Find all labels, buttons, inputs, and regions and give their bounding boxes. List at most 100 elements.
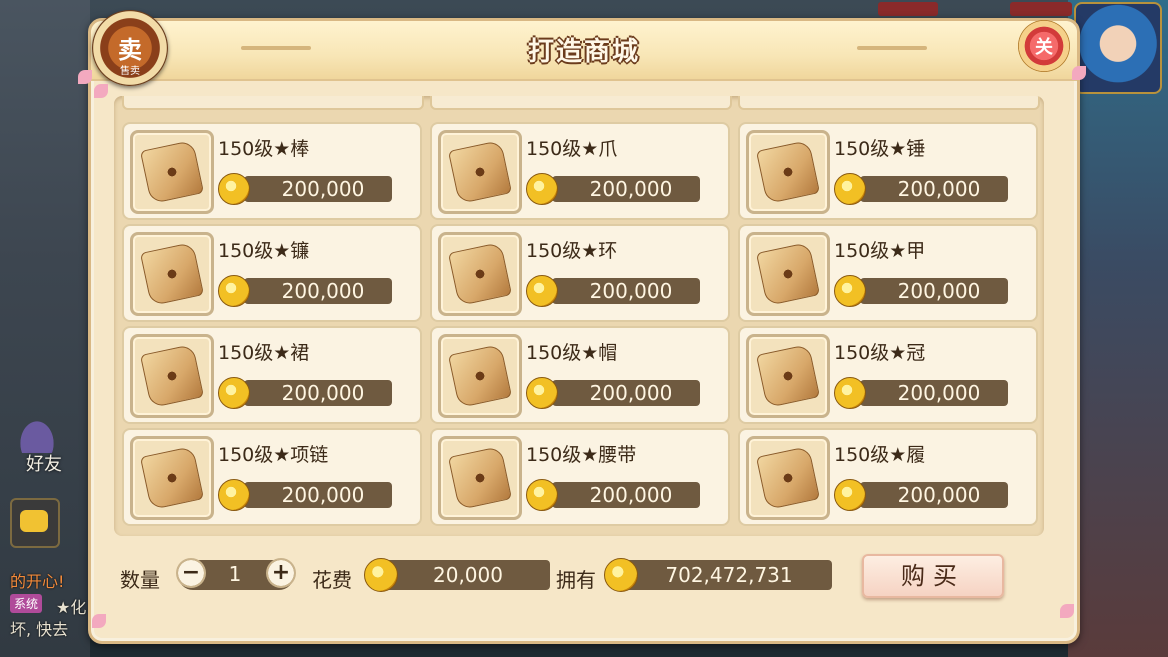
shop-item-card[interactable]: 150级★帽 200,000 (430, 326, 730, 424)
shop-item-card[interactable]: 150级★项链 200,000 (122, 428, 422, 526)
list-item-partial (738, 96, 1040, 110)
owned-label: 拥有 (556, 568, 596, 592)
shop-item-card[interactable]: 150级★棒 200,000 (122, 122, 422, 220)
item-icon-frame (130, 334, 214, 418)
item-price-bar: 200,000 (860, 482, 1008, 508)
coin-icon (834, 173, 866, 205)
shop-item-card[interactable]: 150级★镰 200,000 (122, 224, 422, 322)
item-name: 150级★爪 (526, 138, 618, 160)
item-price-bar: 200,000 (552, 482, 700, 508)
panel-header: 打造商城 (91, 21, 1077, 81)
shop-item-card[interactable]: 150级★锤 200,000 (738, 122, 1038, 220)
item-name: 150级★履 (834, 444, 926, 466)
scroll-icon (447, 445, 513, 511)
coin-icon (526, 275, 558, 307)
list-item-partial (122, 96, 424, 110)
item-price: 200,000 (281, 279, 365, 303)
item-price-bar: 200,000 (552, 278, 700, 304)
item-price-bar: 200,000 (860, 278, 1008, 304)
shop-item-card[interactable]: 150级★环 200,000 (430, 224, 730, 322)
shop-item-card[interactable]: 150级★腰带 200,000 (430, 428, 730, 526)
chat-icon (20, 510, 48, 532)
item-icon-frame (130, 436, 214, 520)
scroll-icon (755, 343, 821, 409)
item-price: 200,000 (897, 483, 981, 507)
item-name: 150级★甲 (834, 240, 926, 262)
scroll-icon (139, 445, 205, 511)
plus-button[interactable]: + (266, 558, 296, 588)
item-icon-frame (746, 232, 830, 316)
item-icon-frame (438, 130, 522, 214)
mp-bar (1010, 2, 1072, 16)
item-name: 150级★裙 (218, 342, 310, 364)
item-icon-frame (438, 232, 522, 316)
item-price-bar: 200,000 (244, 380, 392, 406)
scroll-icon (139, 139, 205, 205)
item-name: 150级★腰带 (526, 444, 637, 466)
item-list[interactable]: 150级★棒 200,000 150级★爪 200,000 150级★锤 200,000 1… (114, 96, 1044, 536)
coin-icon (526, 377, 558, 409)
cost-bar: 20,000 (374, 560, 550, 590)
item-price: 200,000 (897, 279, 981, 303)
item-price: 200,000 (897, 177, 981, 201)
shop-item-card[interactable]: 150级★裙 200,000 (122, 326, 422, 424)
item-name: 150级★棒 (218, 138, 310, 160)
friend-label[interactable]: 好友 (26, 450, 62, 476)
item-price-bar: 200,000 (860, 380, 1008, 406)
item-name: 150级★帽 (526, 342, 618, 364)
game-background-right (1068, 0, 1168, 657)
quantity-value[interactable]: 1 (210, 562, 260, 586)
coin-icon (526, 173, 558, 205)
friend-hat-icon[interactable] (8, 405, 66, 453)
item-name: 150级★锤 (834, 138, 926, 160)
scroll-icon (755, 241, 821, 307)
item-name: 150级★冠 (834, 342, 926, 364)
close-button[interactable]: 关 (1018, 20, 1070, 72)
coin-icon (526, 479, 558, 511)
flower-decoration (1060, 604, 1074, 618)
coin-icon (364, 558, 398, 592)
player-portrait[interactable] (1074, 2, 1162, 94)
item-price-bar: 200,000 (244, 176, 392, 202)
cost-value: 20,000 (433, 563, 503, 587)
item-price: 200,000 (897, 381, 981, 405)
owned-value: 702,472,731 (665, 563, 793, 587)
chat-line: ★化 (56, 598, 87, 617)
chat-system-tag: 系统 (10, 594, 43, 613)
coin-icon (834, 275, 866, 307)
chat-button[interactable] (10, 498, 60, 548)
buy-button[interactable]: 购买 (862, 554, 1004, 598)
shop-item-card[interactable]: 150级★履 200,000 (738, 428, 1038, 526)
shop-item-card[interactable]: 150级★爪 200,000 (430, 122, 730, 220)
item-name: 150级★环 (526, 240, 618, 262)
flower-decoration (92, 614, 106, 628)
game-background-left (0, 0, 90, 657)
coin-icon (218, 479, 250, 511)
item-price: 200,000 (589, 177, 673, 201)
scroll-icon (447, 343, 513, 409)
item-icon-frame (130, 130, 214, 214)
chat-line: 的开心! (10, 572, 65, 591)
item-price-bar: 200,000 (552, 380, 700, 406)
coin-icon (604, 558, 638, 592)
shop-item-card[interactable]: 150级★甲 200,000 (738, 224, 1038, 322)
item-icon-frame (746, 130, 830, 214)
flower-decoration (1072, 66, 1086, 80)
item-price-bar: 200,000 (244, 482, 392, 508)
hp-bar (878, 2, 938, 16)
item-price-bar: 200,000 (860, 176, 1008, 202)
quantity-label: 数量 (120, 568, 160, 592)
shop-item-card[interactable]: 150级★冠 200,000 (738, 326, 1038, 424)
sell-button[interactable]: 卖 售卖 (92, 10, 168, 86)
item-price: 200,000 (589, 279, 673, 303)
item-icon-frame (438, 436, 522, 520)
item-price: 200,000 (589, 381, 673, 405)
item-price: 200,000 (281, 483, 365, 507)
coin-icon (834, 479, 866, 511)
chat-line: 坏, 快去 (10, 620, 69, 639)
scroll-icon (755, 445, 821, 511)
scroll-icon (447, 241, 513, 307)
item-price-bar: 200,000 (552, 176, 700, 202)
minus-button[interactable]: − (176, 558, 206, 588)
coin-icon (218, 275, 250, 307)
